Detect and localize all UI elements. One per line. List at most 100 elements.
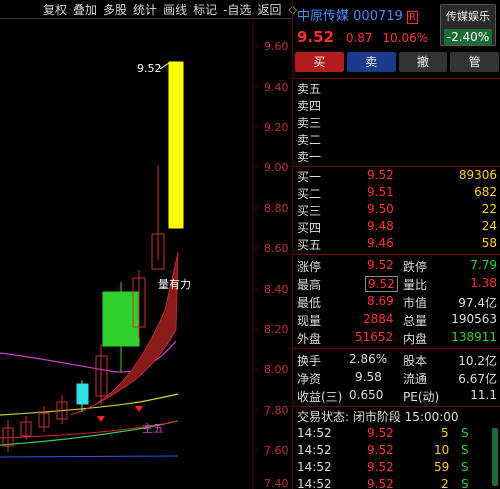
sector-badge[interactable]: 传媒娱乐 -2.40% [440, 4, 496, 46]
price-tick: 9.20 [264, 121, 289, 134]
divider [293, 166, 500, 167]
bid-volume: 682 [474, 185, 497, 199]
ask-label: 卖三 [297, 116, 322, 130]
stat-label: 跌停 [403, 260, 428, 274]
candle [95, 344, 108, 405]
tick-list-scrollbar[interactable] [492, 428, 498, 486]
stat-row: 最高 9.52 量比 1.38 [293, 276, 500, 293]
margin-flag-icon: R [406, 11, 418, 24]
ask-label: 卖二 [297, 133, 322, 147]
stat-label: 净资 [297, 372, 322, 386]
tick-row[interactable]: 14:52 9.52 2 S [293, 477, 500, 489]
ask-row[interactable]: 卖二 [293, 131, 500, 148]
stat-value: 1.38 [470, 276, 497, 290]
bid-row[interactable]: 买三 9.50 22 [293, 202, 500, 219]
toolbar-diejia[interactable]: 叠加 [70, 1, 100, 18]
stat-value: 9.52 [365, 276, 398, 292]
toolbar-duogu[interactable]: 多股 [100, 1, 130, 18]
price-tick: 8.20 [264, 323, 289, 336]
toolbar-fuquan[interactable]: 复权 [40, 1, 70, 18]
toolbar-tongji[interactable]: 统计 [130, 1, 160, 18]
stat-label: 最低 [297, 296, 322, 310]
stat-label: 换手 [297, 354, 322, 368]
ask-label: 卖一 [297, 150, 322, 164]
tick-time: 14:52 [297, 460, 332, 474]
stat-value: 190563 [451, 312, 497, 326]
price-change-pct: 10.06% [382, 31, 429, 45]
stat-value: 0.650 [349, 388, 384, 402]
price-tick: 8.60 [264, 242, 289, 255]
chart-toolbar: 复权 叠加 多股 统计 画线 标记 -自选 返回 ◇ [0, 0, 297, 19]
candle [56, 395, 68, 424]
quote-panel: 中原传媒 000719 R 传媒娱乐 -2.40% 9.52 0.87 10.0… [292, 0, 500, 489]
stat-value: 97.4亿 [458, 296, 497, 310]
buy-button[interactable]: 买 [295, 52, 344, 72]
bid-label: 买五 [297, 238, 322, 252]
bid-price: 9.52 [367, 168, 394, 182]
tick-price: 9.52 [367, 426, 394, 440]
price-tick: 8.00 [264, 363, 289, 376]
cancel-order-button[interactable]: 撤 [398, 52, 448, 72]
tick-price: 9.52 [367, 443, 394, 457]
price-tick-marks [253, 45, 258, 451]
candle [20, 416, 32, 440]
stat-row: 收益(三) 0.650 PE(动) 11.1 [293, 388, 500, 405]
ask-row[interactable]: 卖一 [293, 148, 500, 165]
kline-chart[interactable]: 9.52 量有力 主五 9.60 9.40 9.20 9.00 8.80 8.6… [0, 20, 290, 489]
tick-volume: 5 [441, 426, 449, 440]
price-axis: 9.60 9.40 9.20 9.00 8.80 8.60 8.40 8.20 … [264, 40, 289, 489]
toolbar-fanhui[interactable]: 返回 [254, 1, 284, 18]
price-tick: 9.00 [264, 161, 289, 174]
toolbar-zixuan[interactable]: -自选 [220, 1, 254, 18]
stat-value: 8.69 [367, 294, 394, 308]
candle [2, 420, 14, 452]
trade-status-text: 交易状态: 闭市阶段 15:00:00 [297, 410, 459, 424]
stat-label: 涨停 [297, 260, 322, 274]
toolbar-biaoji[interactable]: 标记 [190, 1, 220, 18]
stat-label: 量比 [403, 278, 428, 292]
manage-button[interactable]: 管 [450, 52, 499, 72]
stat-value: 51652 [355, 330, 394, 344]
stat-row: 涨停 9.52 跌停 7.79 [293, 258, 500, 275]
stock-title[interactable]: 中原传媒 000719 R [297, 5, 418, 24]
stat-label: 收益(三) [297, 390, 343, 404]
divider [293, 348, 500, 349]
stat-value: 138911 [451, 330, 497, 344]
bid-price: 9.46 [367, 236, 394, 250]
stat-value: 9.52 [367, 258, 394, 272]
stat-value: 11.1 [470, 388, 497, 402]
ask-row[interactable]: 卖四 [293, 97, 500, 114]
stat-label: 总量 [403, 314, 428, 328]
sell-button[interactable]: 卖 [346, 52, 396, 72]
bid-row[interactable]: 买四 9.48 24 [293, 219, 500, 236]
tick-row[interactable]: 14:52 9.52 59 S [293, 460, 500, 477]
price-tick: 9.60 [264, 40, 289, 53]
price-tick: 7.60 [264, 444, 289, 457]
stat-value: 2.86% [349, 352, 388, 366]
ma-line-blue [0, 455, 179, 458]
stat-label: 最高 [297, 278, 322, 292]
last-price: 9.52 [297, 28, 335, 46]
candle-cyan [76, 380, 89, 412]
tick-side: S [461, 426, 469, 440]
stat-label: 流通 [403, 372, 428, 386]
bid-row[interactable]: 买五 9.46 58 [293, 236, 500, 253]
divider [293, 406, 500, 407]
candle [151, 165, 165, 270]
toolbar-huaxian[interactable]: 画线 [160, 1, 190, 18]
sector-change: -2.40% [444, 29, 492, 45]
signal-label: 量有力 [158, 277, 191, 291]
bid-row[interactable]: 买一 9.52 89306 [293, 168, 500, 185]
stat-value: 10.2亿 [458, 354, 497, 368]
ask-row[interactable]: 卖五 [293, 80, 500, 97]
price-summary: 9.52 0.87 10.06% [297, 28, 428, 46]
stat-value: 9.58 [355, 370, 382, 384]
stat-value: 6.67亿 [458, 372, 497, 386]
signal-label: 主五 [142, 422, 164, 435]
bid-row[interactable]: 买二 9.51 682 [293, 185, 500, 202]
high-price-label: 9.52 [137, 62, 162, 75]
tick-row[interactable]: 14:52 9.52 5 S [293, 426, 500, 443]
ask-row[interactable]: 卖三 [293, 114, 500, 131]
bid-price: 9.50 [367, 202, 394, 216]
tick-row[interactable]: 14:52 9.52 10 S [293, 443, 500, 460]
